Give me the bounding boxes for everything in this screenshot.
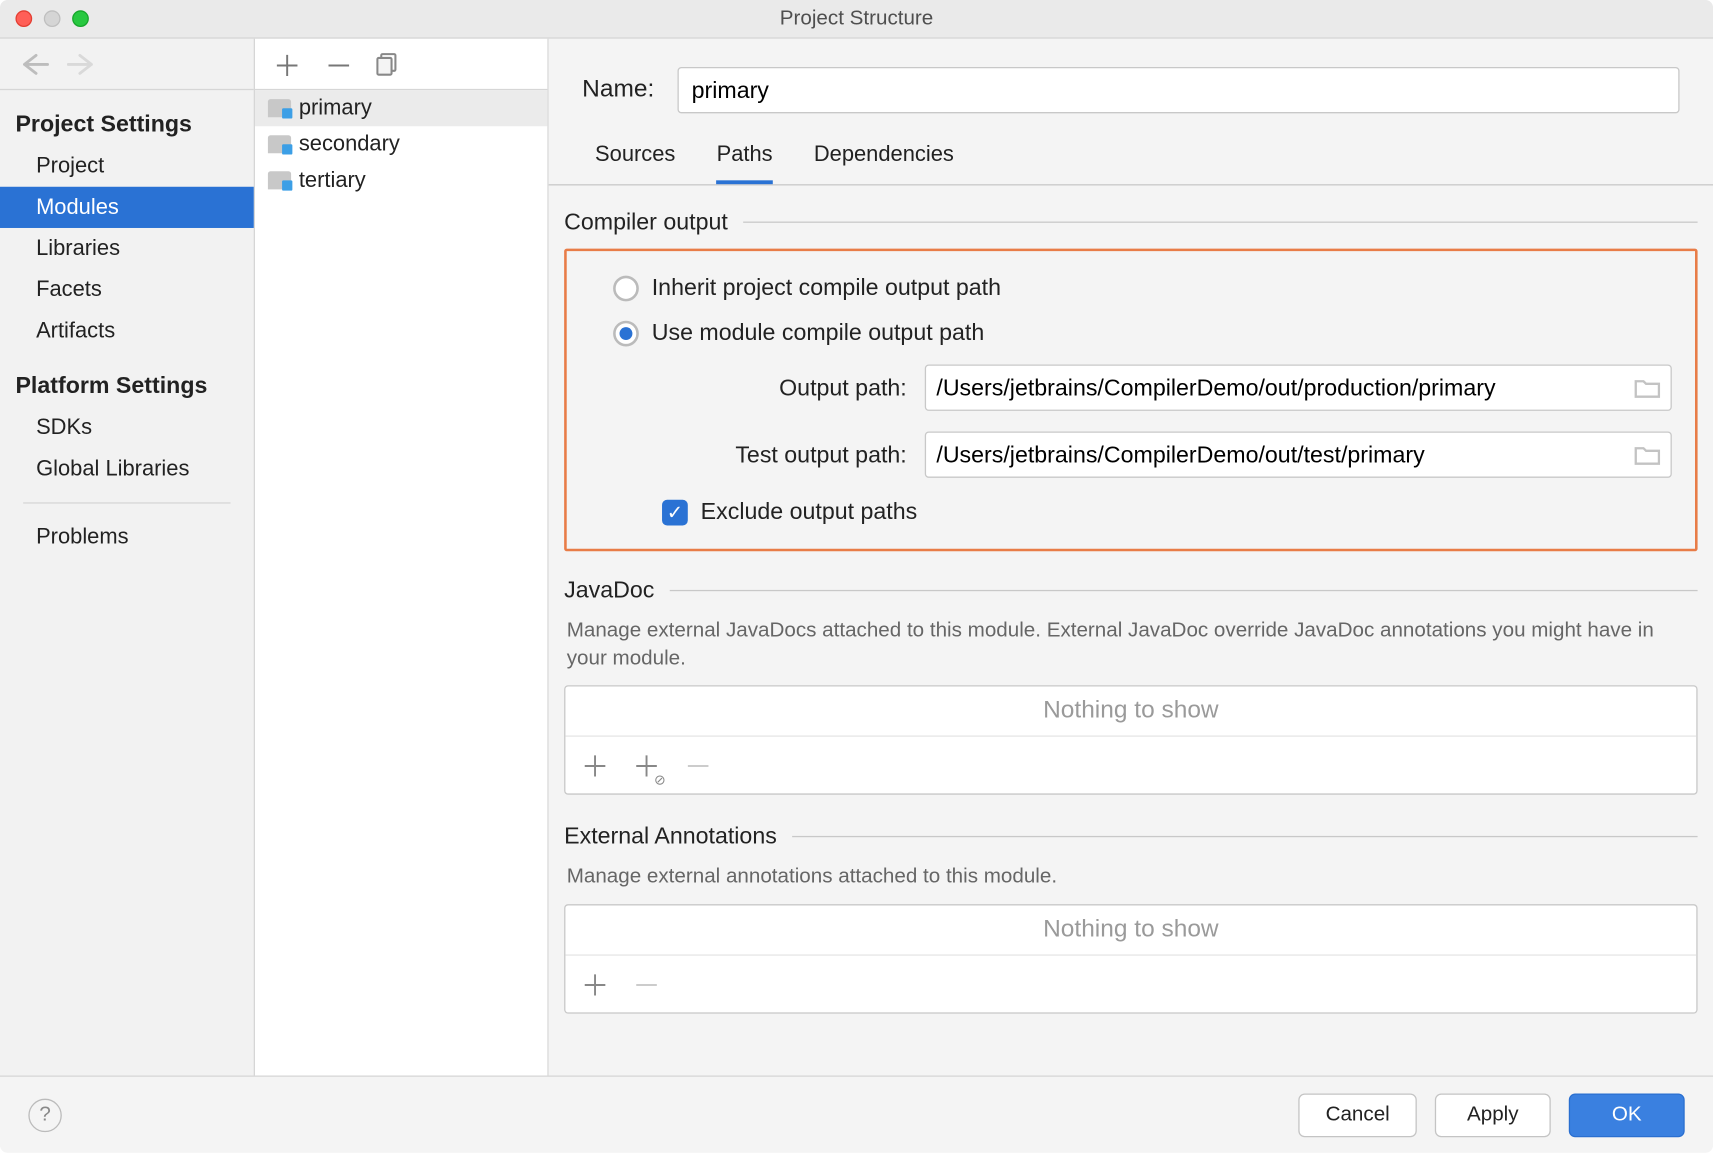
radio-use-row[interactable]: Use module compile output path bbox=[613, 319, 1672, 346]
traffic-lights bbox=[0, 10, 89, 27]
exclude-output-checkbox[interactable]: ✓ bbox=[662, 499, 688, 525]
javadoc-list: Nothing to show ＋ ＋⊘ － bbox=[564, 685, 1697, 794]
annotations-header: External Annotations bbox=[564, 823, 1697, 850]
tab-dependencies[interactable]: Dependencies bbox=[814, 142, 954, 185]
body: Project Settings Project Modules Librari… bbox=[0, 39, 1713, 1076]
titlebar: Project Structure bbox=[0, 0, 1713, 39]
window-title: Project Structure bbox=[0, 7, 1713, 30]
test-output-path-field[interactable] bbox=[925, 431, 1672, 477]
output-path-row: Output path: bbox=[662, 365, 1672, 411]
sidebar-separator bbox=[23, 502, 230, 503]
javadoc-description: Manage external JavaDocs attached to thi… bbox=[567, 617, 1695, 673]
module-folder-icon bbox=[268, 171, 291, 189]
browse-folder-icon[interactable] bbox=[1627, 377, 1660, 398]
add-icon[interactable]: ＋ bbox=[581, 745, 609, 786]
annotations-title: External Annotations bbox=[564, 823, 777, 850]
exclude-output-row[interactable]: ✓ Exclude output paths bbox=[662, 498, 1672, 525]
remove-module-icon[interactable]: － bbox=[325, 43, 353, 84]
compiler-output-title: Compiler output bbox=[564, 209, 728, 236]
javadoc-header: JavaDoc bbox=[564, 577, 1697, 604]
forward-icon[interactable] bbox=[67, 52, 95, 75]
javadoc-title: JavaDoc bbox=[564, 577, 654, 604]
module-list: primary secondary tertiary bbox=[255, 90, 547, 1075]
project-structure-window: Project Structure Project Settings Proje… bbox=[0, 0, 1713, 1153]
sidebar-item-global-libraries[interactable]: Global Libraries bbox=[0, 448, 254, 489]
module-name-input[interactable] bbox=[677, 67, 1679, 113]
output-path-input[interactable] bbox=[936, 374, 1626, 401]
module-toolbar: ＋ － bbox=[255, 39, 547, 91]
sidebar-group-platform-settings: Platform Settings SDKs Global Libraries bbox=[0, 352, 254, 490]
output-path-label: Output path: bbox=[662, 374, 907, 401]
test-output-path-row: Test output path: bbox=[662, 431, 1672, 477]
annotations-description: Manage external annotations attached to … bbox=[567, 863, 1695, 891]
tab-sources[interactable]: Sources bbox=[595, 142, 675, 185]
module-item-secondary[interactable]: secondary bbox=[255, 126, 547, 162]
remove-icon[interactable]: － bbox=[684, 745, 712, 786]
sidebar-item-artifacts[interactable]: Artifacts bbox=[0, 310, 254, 351]
help-button[interactable]: ? bbox=[28, 1098, 61, 1131]
compiler-output-highlight: Inherit project compile output path Use … bbox=[564, 249, 1697, 552]
add-module-icon[interactable]: ＋ bbox=[273, 43, 301, 84]
path-rows: Output path: Test output path: bbox=[662, 365, 1672, 478]
module-list-panel: ＋ － primary secondary tertiary bbox=[255, 39, 549, 1076]
radio-use-label: Use module compile output path bbox=[652, 319, 985, 346]
copy-module-icon[interactable] bbox=[376, 52, 399, 75]
ok-button[interactable]: OK bbox=[1569, 1093, 1685, 1137]
module-item-label: tertiary bbox=[299, 167, 366, 193]
module-folder-icon bbox=[268, 99, 291, 117]
add-icon[interactable]: ＋ bbox=[581, 963, 609, 1004]
sidebar-group-project-settings: Project Settings Project Modules Librari… bbox=[0, 90, 254, 351]
annotations-toolbar: ＋ － bbox=[565, 955, 1696, 1012]
test-output-path-input[interactable] bbox=[936, 441, 1626, 468]
module-item-label: secondary bbox=[299, 131, 400, 157]
minimize-window-button[interactable] bbox=[44, 10, 61, 27]
maximize-window-button[interactable] bbox=[72, 10, 89, 27]
remove-icon[interactable]: － bbox=[632, 963, 660, 1004]
cancel-button[interactable]: Cancel bbox=[1299, 1093, 1417, 1137]
module-tabs: Sources Paths Dependencies bbox=[549, 113, 1713, 185]
output-path-field[interactable] bbox=[925, 365, 1672, 411]
module-item-label: primary bbox=[299, 95, 372, 121]
sidebar-item-libraries[interactable]: Libraries bbox=[0, 228, 254, 269]
sidebar-header-project-settings: Project Settings bbox=[0, 100, 254, 145]
main-panel: Name: Sources Paths Dependencies Compile… bbox=[549, 39, 1713, 1076]
sidebar-item-sdks[interactable]: SDKs bbox=[0, 407, 254, 448]
name-row: Name: bbox=[549, 39, 1713, 114]
sidebar-item-facets[interactable]: Facets bbox=[0, 269, 254, 310]
javadoc-toolbar: ＋ ＋⊘ － bbox=[565, 737, 1696, 794]
sidebar-item-modules[interactable]: Modules bbox=[0, 187, 254, 228]
sidebar-item-problems[interactable]: Problems bbox=[0, 516, 254, 557]
exclude-output-label: Exclude output paths bbox=[701, 498, 918, 525]
paths-scroll-area: Compiler output Inherit project compile … bbox=[549, 185, 1713, 1075]
test-output-path-label: Test output path: bbox=[662, 441, 907, 468]
javadoc-empty-text: Nothing to show bbox=[565, 687, 1696, 737]
settings-sidebar: Project Settings Project Modules Librari… bbox=[0, 39, 255, 1076]
back-icon[interactable] bbox=[21, 52, 49, 75]
annotations-list: Nothing to show ＋ － bbox=[564, 904, 1697, 1013]
dialog-footer: ? Cancel Apply OK bbox=[0, 1075, 1713, 1152]
sidebar-toolbar bbox=[0, 39, 254, 91]
radio-use-module[interactable] bbox=[613, 320, 639, 346]
module-item-tertiary[interactable]: tertiary bbox=[255, 162, 547, 198]
radio-inherit[interactable] bbox=[613, 275, 639, 301]
radio-inherit-label: Inherit project compile output path bbox=[652, 274, 1001, 301]
radio-inherit-row[interactable]: Inherit project compile output path bbox=[613, 274, 1672, 301]
annotations-empty-text: Nothing to show bbox=[565, 905, 1696, 955]
browse-folder-icon[interactable] bbox=[1627, 444, 1660, 465]
sidebar-header-platform-settings: Platform Settings bbox=[0, 362, 254, 407]
name-label: Name: bbox=[582, 76, 654, 104]
module-item-primary[interactable]: primary bbox=[255, 90, 547, 126]
close-window-button[interactable] bbox=[15, 10, 32, 27]
module-folder-icon bbox=[268, 135, 291, 153]
tab-paths[interactable]: Paths bbox=[717, 142, 773, 185]
apply-button[interactable]: Apply bbox=[1435, 1093, 1551, 1137]
sidebar-item-project[interactable]: Project bbox=[0, 146, 254, 187]
compiler-output-header: Compiler output bbox=[564, 209, 1697, 236]
add-url-icon[interactable]: ＋⊘ bbox=[632, 745, 660, 786]
